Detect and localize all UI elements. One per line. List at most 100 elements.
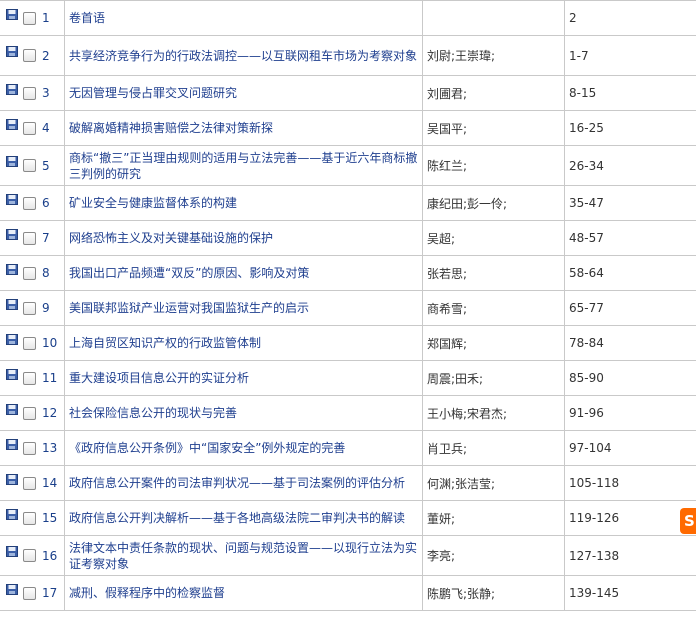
row-number: 15: [42, 511, 58, 525]
row-checkbox[interactable]: [23, 196, 36, 210]
pages-cell: 139-145: [564, 575, 696, 611]
pages-cell: 26-34: [564, 145, 696, 186]
article-title-link[interactable]: 我国出口产品频遭“双反”的原因、影响及对策: [69, 265, 418, 281]
save-icon[interactable]: [6, 193, 18, 205]
article-title-link[interactable]: 商标“撤三”正当理由规则的适用与立法完善——基于近六年商标撤三判例的研究: [69, 150, 418, 182]
save-icon[interactable]: [6, 118, 18, 130]
row-number: 10: [42, 336, 58, 350]
author-cell: 陈鹏飞;张静;: [422, 575, 565, 611]
save-icon[interactable]: [6, 508, 18, 520]
table-row: 12 社会保险信息公开的现状与完善 王小梅;宋君杰; 91-96: [0, 395, 696, 431]
pages-cell: 8-15: [564, 75, 696, 111]
row-checkbox[interactable]: [23, 49, 36, 62]
article-title-link[interactable]: 重大建设项目信息公开的实证分析: [69, 370, 418, 386]
pages-cell: 65-77: [564, 290, 696, 326]
pages-cell: 16-25: [564, 110, 696, 146]
save-icon[interactable]: [6, 228, 18, 240]
row-number: 9: [42, 301, 50, 315]
author-cell: 陈红兰;: [422, 145, 565, 186]
author-cell: 周震;田禾;: [422, 360, 565, 396]
save-icon[interactable]: [6, 156, 18, 167]
row-checkbox[interactable]: [23, 549, 36, 562]
save-icon[interactable]: [6, 333, 18, 345]
row-number: 12: [42, 406, 58, 420]
row-checkbox[interactable]: [23, 336, 36, 350]
row-number: 3: [42, 86, 50, 100]
article-title-link[interactable]: 美国联邦监狱产业运营对我国监狱生产的启示: [69, 300, 418, 316]
row-checkbox[interactable]: [23, 301, 36, 315]
author-cell: 王小梅;宋君杰;: [422, 395, 565, 431]
save-icon[interactable]: [6, 583, 18, 595]
author-cell: 商希雪;: [422, 290, 565, 326]
save-icon[interactable]: [6, 368, 18, 380]
row-checkbox[interactable]: [23, 511, 36, 525]
row-checkbox[interactable]: [23, 86, 36, 100]
article-title-link[interactable]: 无因管理与侵占罪交叉问题研究: [69, 85, 418, 101]
article-title-link[interactable]: 网络恐怖主义及对关键基础设施的保护: [69, 230, 418, 246]
save-icon[interactable]: [6, 83, 18, 95]
row-number: 5: [42, 158, 50, 173]
article-title-link[interactable]: 社会保险信息公开的现状与完善: [69, 405, 418, 421]
pages-cell: 48-57: [564, 220, 696, 256]
save-icon[interactable]: [6, 263, 18, 275]
author-cell: 李亮;: [422, 535, 565, 576]
author-cell: 康纪田;彭一伶;: [422, 185, 565, 221]
save-icon[interactable]: [6, 438, 18, 450]
table-row: 7 网络恐怖主义及对关键基础设施的保护 吴超; 48-57: [0, 220, 696, 256]
row-number: 8: [42, 266, 50, 280]
author-cell: 董妍;: [422, 500, 565, 536]
table-row: 9 美国联邦监狱产业运营对我国监狱生产的启示 商希雪; 65-77: [0, 290, 696, 326]
pages-cell: 97-104: [564, 430, 696, 466]
table-row: 11 重大建设项目信息公开的实证分析 周震;田禾; 85-90: [0, 360, 696, 396]
pages-cell: 2: [564, 0, 696, 36]
row-number: 6: [42, 196, 50, 210]
article-title-link[interactable]: 《政府信息公开条例》中“国家安全”例外规定的完善: [69, 440, 418, 456]
pages-cell: 105-118: [564, 465, 696, 501]
row-checkbox[interactable]: [23, 371, 36, 385]
badge-letter: S: [684, 512, 695, 530]
save-icon[interactable]: [6, 46, 18, 57]
article-title-link[interactable]: 减刑、假释程序中的检察监督: [69, 585, 418, 601]
article-title-link[interactable]: 破解离婚精神损害赔偿之法律对策新探: [69, 120, 418, 136]
table-row: 5 商标“撤三”正当理由规则的适用与立法完善——基于近六年商标撤三判例的研究 陈…: [0, 145, 696, 186]
table-row: 1 卷首语 2: [0, 0, 696, 36]
row-number: 4: [42, 121, 50, 135]
pages-cell: 1-7: [564, 35, 696, 76]
article-list-table: 1 卷首语 2 2 共享经济竞争行为的行政法调控——以互联网租车市场为考察对象 …: [0, 0, 696, 611]
pages-cell: 58-64: [564, 255, 696, 291]
article-title-link[interactable]: 卷首语: [69, 10, 418, 26]
row-checkbox[interactable]: [23, 121, 36, 135]
save-icon[interactable]: [6, 298, 18, 310]
floating-logo-badge[interactable]: S: [680, 508, 696, 534]
author-cell: 刘尉;王崇瑋;: [422, 35, 565, 76]
row-checkbox[interactable]: [23, 231, 36, 245]
row-checkbox[interactable]: [23, 406, 36, 420]
save-icon[interactable]: [6, 473, 18, 485]
row-checkbox[interactable]: [23, 441, 36, 455]
table-row: 3 无因管理与侵占罪交叉问题研究 刘圃君; 8-15: [0, 75, 696, 111]
row-checkbox[interactable]: [23, 266, 36, 280]
article-title-link[interactable]: 上海自贸区知识产权的行政监管体制: [69, 335, 418, 351]
article-title-link[interactable]: 共享经济竞争行为的行政法调控——以互联网租车市场为考察对象: [69, 48, 418, 64]
author-cell: 吴超;: [422, 220, 565, 256]
row-checkbox[interactable]: [23, 11, 36, 25]
table-row: 6 矿业安全与健康监督体系的构建 康纪田;彭一伶; 35-47: [0, 185, 696, 221]
table-row: 17 减刑、假释程序中的检察监督 陈鹏飞;张静; 139-145: [0, 575, 696, 611]
pages-cell: 78-84: [564, 325, 696, 361]
row-checkbox[interactable]: [23, 476, 36, 490]
author-cell: 刘圃君;: [422, 75, 565, 111]
pages-cell: 85-90: [564, 360, 696, 396]
article-title-link[interactable]: 矿业安全与健康监督体系的构建: [69, 195, 418, 211]
article-title-link[interactable]: 法律文本中责任条款的现状、问题与规范设置——以现行立法为实证考察对象: [69, 540, 418, 572]
article-title-link[interactable]: 政府信息公开案件的司法审判状况——基于司法案例的评估分析: [69, 475, 418, 491]
row-checkbox[interactable]: [23, 159, 36, 172]
author-cell: 吴国平;: [422, 110, 565, 146]
row-number: 7: [42, 231, 50, 245]
row-number: 1: [42, 11, 50, 25]
save-icon[interactable]: [6, 546, 18, 557]
row-checkbox[interactable]: [23, 586, 36, 600]
pages-cell: 127-138: [564, 535, 696, 576]
save-icon[interactable]: [6, 8, 18, 20]
article-title-link[interactable]: 政府信息公开判决解析——基于各地高级法院二审判决书的解读: [69, 510, 418, 526]
save-icon[interactable]: [6, 403, 18, 415]
